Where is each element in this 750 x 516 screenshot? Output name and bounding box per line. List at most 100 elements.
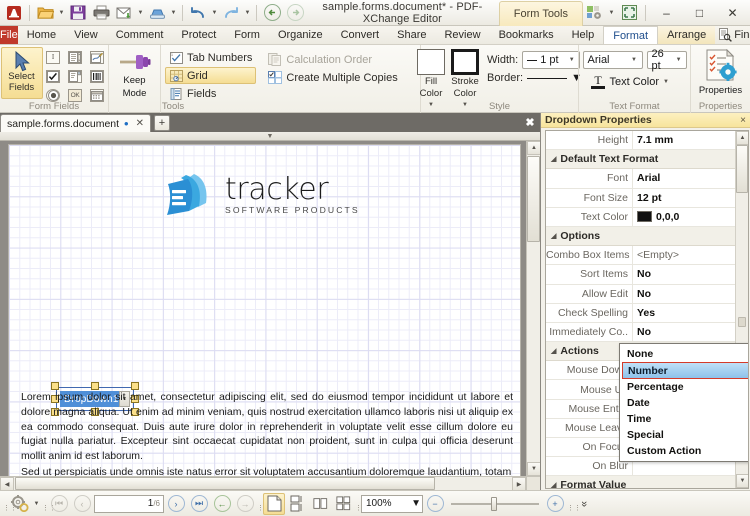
property-value[interactable]: Arial xyxy=(632,169,735,188)
preferences-dropdown-arrow[interactable]: ▼ xyxy=(32,493,41,515)
properties-button[interactable]: Properties xyxy=(693,47,749,96)
document-vertical-scrollbar[interactable]: ▲ ▼ xyxy=(526,141,540,476)
category-dropdown-popup[interactable]: None Number Percentage Date Time Special… xyxy=(619,343,748,462)
menu-item-arrange[interactable]: Arrange xyxy=(658,26,716,44)
grid-toggle[interactable]: Grid xyxy=(165,67,257,84)
collapse-triangle-icon[interactable]: ◢ xyxy=(551,155,556,163)
barcode-icon[interactable] xyxy=(87,67,108,85)
close-document-icon[interactable]: ✖ xyxy=(520,113,540,132)
dropdown-icon[interactable] xyxy=(65,67,86,85)
property-row-check-spelling[interactable]: Check Spelling Yes xyxy=(546,303,735,323)
dropdown-option-number[interactable]: Number xyxy=(622,362,748,379)
contextual-tab-form-tools[interactable]: Form Tools xyxy=(498,0,583,26)
previous-page-button[interactable]: ‹ xyxy=(71,493,93,515)
property-group-options[interactable]: ◢ Options xyxy=(546,226,735,247)
undo-icon[interactable] xyxy=(187,2,209,24)
scroll-right-icon[interactable]: ▶ xyxy=(512,477,526,490)
property-row-combo-box-items[interactable]: Combo Box Items <Empty> xyxy=(546,246,735,266)
zoom-level-combo[interactable]: 100% ▼ xyxy=(361,494,423,513)
property-value[interactable]: 7.1 mm xyxy=(632,131,735,150)
property-row-font[interactable]: Font Arial xyxy=(546,169,735,189)
zoom-out-button[interactable]: − xyxy=(424,493,446,515)
check-box-icon[interactable] xyxy=(43,67,64,85)
menu-item-format[interactable]: Format xyxy=(603,26,659,44)
document-tab[interactable]: sample.forms.document • ✕ xyxy=(0,114,151,132)
close-tab-icon[interactable]: ✕ xyxy=(134,118,146,129)
first-page-button[interactable]: ⏮ xyxy=(48,493,70,515)
select-fields-button[interactable]: Select Fields xyxy=(0,47,43,99)
property-group-default-text-format[interactable]: ◢ Default Text Format xyxy=(546,150,735,170)
resize-handle-ne[interactable] xyxy=(131,382,139,390)
email-icon[interactable] xyxy=(113,2,135,24)
dropdown-option-percentage[interactable]: Percentage xyxy=(622,379,748,395)
nav-back-button[interactable]: ← xyxy=(211,493,233,515)
signature-field-icon[interactable] xyxy=(87,48,108,66)
property-row-height[interactable]: Height 7.1 mm xyxy=(546,131,735,151)
properties-panel-close-icon[interactable]: × xyxy=(740,115,746,126)
horizontal-scroll-thumb[interactable] xyxy=(15,477,435,490)
layout-group-grip[interactable]: ⋮⋮ xyxy=(257,496,271,512)
more-tools-button[interactable]: » xyxy=(573,493,595,515)
app-logo-icon[interactable] xyxy=(3,2,25,24)
create-multiple-copies-button[interactable]: Create Multiple Copies xyxy=(264,69,401,86)
width-combo[interactable]: 1 pt ▼ xyxy=(522,51,581,69)
dropdown-option-none[interactable]: None xyxy=(622,346,748,362)
property-row-immediately-commit[interactable]: Immediately Co.. No xyxy=(546,322,735,343)
document-horizontal-scrollbar[interactable]: ◀ ▶ xyxy=(0,476,526,490)
next-page-button[interactable]: › xyxy=(165,493,187,515)
save-icon[interactable] xyxy=(67,2,89,24)
back-icon[interactable] xyxy=(261,2,283,24)
menu-item-convert[interactable]: Convert xyxy=(332,26,389,44)
scroll-up-icon[interactable]: ▲ xyxy=(527,141,540,155)
list-box-icon[interactable] xyxy=(65,48,86,66)
new-tab-button[interactable]: + xyxy=(154,115,170,131)
redo-icon[interactable] xyxy=(220,2,242,24)
email-dropdown-arrow[interactable]: ▼ xyxy=(136,2,145,24)
continuous-mode-button[interactable] xyxy=(286,493,308,515)
resize-handle-nw[interactable] xyxy=(51,382,59,390)
two-pages-continuous-mode-button[interactable] xyxy=(332,493,354,515)
properties-scroll-down-icon[interactable]: ▼ xyxy=(736,474,748,488)
single-page-mode-button[interactable] xyxy=(263,492,285,515)
menu-item-home[interactable]: Home xyxy=(18,26,65,44)
text-color-swatch[interactable] xyxy=(637,211,652,223)
tab-numbers-toggle[interactable]: 1 Tab Numbers xyxy=(165,49,256,66)
print-icon[interactable] xyxy=(90,2,112,24)
property-value[interactable]: No xyxy=(632,284,735,303)
open-dropdown-arrow[interactable]: ▼ xyxy=(57,2,66,24)
dropdown-option-custom-action[interactable]: Custom Action xyxy=(622,443,748,459)
menu-item-view[interactable]: View xyxy=(65,26,107,44)
dropdown-option-special[interactable]: Special xyxy=(622,427,748,443)
scan-dropdown-arrow[interactable]: ▼ xyxy=(169,2,178,24)
menu-item-help[interactable]: Help xyxy=(563,26,604,44)
maximize-button[interactable]: □ xyxy=(684,1,715,25)
minimize-button[interactable]: – xyxy=(651,1,682,25)
menu-item-review[interactable]: Review xyxy=(435,26,489,44)
nav-group-grip[interactable]: ⋮⋮ xyxy=(42,496,56,512)
page-number-input[interactable]: 1/6 xyxy=(94,494,164,513)
open-icon[interactable] xyxy=(34,2,56,24)
close-button[interactable]: ✕ xyxy=(717,1,748,25)
text-field-icon[interactable]: I xyxy=(43,48,64,66)
resize-handle-n[interactable] xyxy=(91,382,99,390)
scroll-left-icon[interactable]: ◀ xyxy=(0,477,14,490)
fullscreen-icon[interactable] xyxy=(618,2,640,24)
zoom-slider[interactable] xyxy=(447,495,543,513)
fields-toggle[interactable]: Fields xyxy=(165,85,256,102)
find-button[interactable]: Find... xyxy=(715,28,750,42)
zoom-in-button[interactable]: + xyxy=(544,493,566,515)
vertical-scroll-thumb[interactable] xyxy=(527,156,540,242)
menu-item-file[interactable]: File xyxy=(0,26,18,44)
menu-item-organize[interactable]: Organize xyxy=(269,26,332,44)
font-family-combo[interactable]: Arial ▼ xyxy=(582,51,643,69)
customize-dropdown-arrow[interactable]: ▼ xyxy=(607,2,616,24)
more-group-grip[interactable]: ⋮⋮ xyxy=(567,496,581,512)
menu-item-form[interactable]: Form xyxy=(225,26,269,44)
menu-item-share[interactable]: Share xyxy=(388,26,435,44)
keep-mode-button[interactable]: Keep Mode xyxy=(111,47,159,99)
property-value[interactable]: <Empty> xyxy=(632,246,735,265)
property-value[interactable]: Yes xyxy=(632,303,735,322)
menu-item-comment[interactable]: Comment xyxy=(107,26,173,44)
property-row-allow-edit[interactable]: Allow Edit No xyxy=(546,284,735,304)
page-collapse-icon[interactable]: ▼ xyxy=(267,133,274,140)
